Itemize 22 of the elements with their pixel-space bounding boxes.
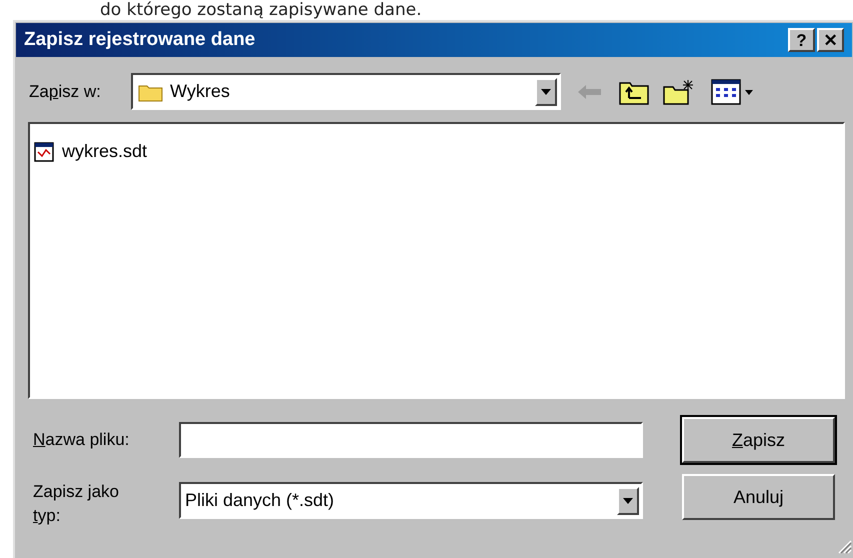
file-name[interactable]: wykres.sdt [60, 138, 150, 165]
save-in-dropdown[interactable]: Wykres [131, 73, 561, 110]
dropdown-value: Wykres [170, 80, 231, 103]
cut-off-sentence: do którego zostaną zapisywane dane. [100, 0, 422, 20]
caret-icon [623, 498, 633, 504]
window-title: Zapisz rejestrowane dane [24, 28, 256, 52]
save-in-label: Zapisz w: [29, 80, 102, 103]
title-bar-button[interactable]: ✕ [817, 28, 844, 52]
new-folder-icon[interactable] [663, 78, 695, 104]
file-name-label: Nazwa pliku: [33, 429, 130, 452]
resize-grip-icon[interactable] [836, 538, 852, 554]
cancel-button[interactable]: Anuluj [682, 474, 835, 520]
dropdown-value: Pliki danych (*.sdt) [185, 489, 336, 512]
dropdown-arrow-button[interactable] [535, 78, 557, 106]
caret-icon [541, 88, 551, 94]
save-button[interactable]: Zapisz [682, 417, 835, 463]
file-type-label: Zapisz jako typ: [33, 481, 120, 527]
file-name-input[interactable] [179, 422, 643, 458]
dropdown-arrow-button[interactable] [617, 486, 639, 514]
title-bar-button[interactable]: ? [788, 28, 815, 52]
data-file-icon [34, 142, 54, 162]
file-type-dropdown[interactable]: Pliki danych (*.sdt) [179, 482, 643, 519]
